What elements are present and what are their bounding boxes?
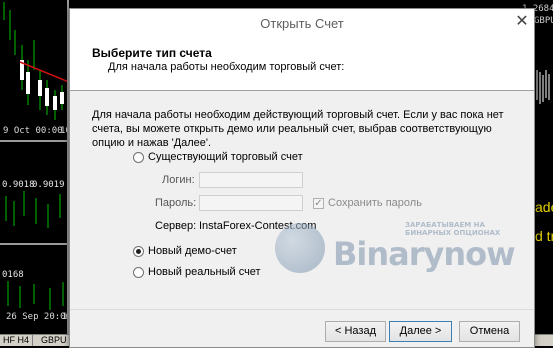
next-button[interactable]: Далее > bbox=[389, 321, 452, 342]
close-button[interactable]: ✕ bbox=[512, 12, 532, 32]
existing-account-radio[interactable] bbox=[133, 151, 144, 163]
dialog-titlebar[interactable]: Открыть Счет ✕ bbox=[70, 9, 534, 37]
header-subtitle: Для начала работы необходим торговый сче… bbox=[108, 61, 345, 73]
password-input[interactable] bbox=[199, 195, 303, 211]
chart-bottom-svg bbox=[7, 281, 64, 310]
time-label: 9 Oct 00:00 bbox=[3, 126, 63, 136]
password-label: Пароль: bbox=[155, 197, 197, 209]
real-account-option[interactable]: Новый реальный счет bbox=[133, 266, 261, 278]
existing-account-label: Существующий торговый счет bbox=[148, 151, 303, 163]
login-label: Логин: bbox=[162, 174, 195, 186]
chart-bottom-bars bbox=[7, 281, 64, 310]
description-text: Для начала работы необходим действующий … bbox=[92, 109, 504, 149]
login-input[interactable] bbox=[199, 172, 303, 188]
save-password-checkbox[interactable]: ✓ bbox=[313, 197, 324, 209]
existing-account-option[interactable]: Существующий торговый счет bbox=[133, 151, 303, 163]
price-label: 0.9018 bbox=[2, 180, 35, 190]
back-button[interactable]: < Назад bbox=[325, 321, 386, 342]
real-account-radio[interactable] bbox=[133, 266, 144, 278]
chart-right-candles bbox=[536, 70, 550, 104]
price-label: 0168 bbox=[2, 270, 24, 280]
chart-overlay-text: ade bbox=[535, 199, 553, 215]
chart-tab[interactable]: GBPU bbox=[38, 335, 71, 346]
footer-divider bbox=[70, 309, 534, 310]
real-account-label: Новый реальный счет bbox=[148, 266, 261, 278]
chart-mid-bars bbox=[5, 191, 61, 228]
price-label: 0.9019 bbox=[32, 180, 65, 190]
symbol-label: GBPUSD bbox=[534, 16, 553, 26]
save-password-label: Сохранить пароль bbox=[328, 197, 422, 209]
chart-top-svg bbox=[3, 2, 70, 120]
chart-pane-right[interactable] bbox=[534, 0, 553, 330]
chart-tab[interactable]: HF H4 bbox=[0, 335, 34, 346]
chart-top-candles bbox=[20, 60, 64, 110]
globe-icon bbox=[275, 223, 325, 273]
dialog-title: Открыть Счет bbox=[260, 16, 344, 31]
open-account-dialog: Открыть Счет ✕ Выберите тип счета Для на… bbox=[69, 8, 535, 348]
dialog-header: Выберите тип счета Для начала работы нео… bbox=[70, 37, 534, 91]
save-password-option[interactable]: ✓ Сохранить пароль bbox=[313, 197, 422, 209]
chart-pane-bottom[interactable] bbox=[0, 246, 69, 316]
cancel-button[interactable]: Отмена bbox=[459, 321, 520, 342]
binarynow-watermark: ЗАРАБАТЫВАЕМ НА БИНАРНЫХ ОПЦИОНАХ Binary… bbox=[275, 217, 525, 277]
chart-right-svg bbox=[536, 70, 550, 104]
server-label: Сервер: bbox=[155, 220, 197, 232]
chart-overlay-text: d tr bbox=[535, 228, 553, 244]
demo-account-radio[interactable] bbox=[133, 245, 144, 257]
watermark-brand: Binarynow bbox=[333, 235, 516, 273]
demo-account-option[interactable]: Новый демо-счет bbox=[133, 245, 237, 257]
demo-account-label: Новый демо-счет bbox=[148, 245, 237, 257]
header-title: Выберите тип счета bbox=[92, 46, 212, 60]
check-icon: ✓ bbox=[314, 197, 323, 209]
close-icon: ✕ bbox=[515, 13, 529, 30]
watermark-tagline-1: ЗАРАБАТЫВАЕМ НА bbox=[405, 221, 485, 229]
chart-pane-top[interactable]: 9 Oct 00:00 10 bbox=[0, 0, 71, 140]
